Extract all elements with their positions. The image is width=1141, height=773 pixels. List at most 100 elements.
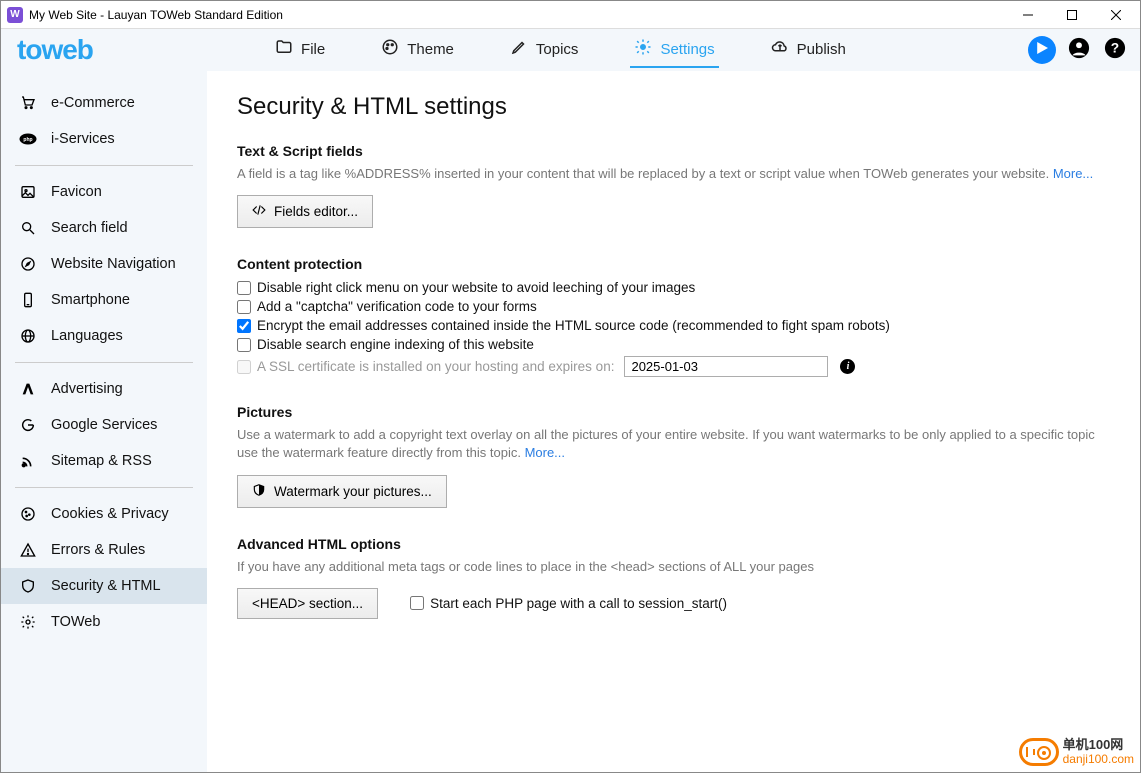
info-icon[interactable]: i — [840, 359, 855, 374]
sidebar-item-ecommerce[interactable]: e-Commerce — [1, 85, 207, 121]
nav-theme[interactable]: Theme — [377, 32, 458, 68]
section-desc-advanced: If you have any additional meta tags or … — [237, 558, 1110, 576]
google-icon — [19, 416, 37, 434]
advanced-row: <HEAD> section... Start each PHP page wi… — [237, 588, 1110, 619]
nav-topics-label: Topics — [536, 41, 579, 58]
section-title-text-script: Text & Script fields — [237, 143, 1110, 159]
checkbox-label: Encrypt the email addresses contained in… — [257, 318, 890, 333]
checkbox-label: Add a "captcha" verification code to you… — [257, 299, 537, 314]
cart-icon — [19, 94, 37, 112]
checkbox-input[interactable] — [237, 338, 251, 352]
fields-editor-button[interactable]: Fields editor... — [237, 195, 373, 228]
more-link-text-script[interactable]: More... — [1053, 166, 1093, 181]
palette-icon — [381, 38, 399, 60]
toolbar-right: ? — [1028, 36, 1128, 64]
account-button[interactable] — [1066, 37, 1092, 63]
ads-icon — [19, 380, 37, 398]
compass-icon — [19, 255, 37, 273]
sidebar-item-search[interactable]: Search field — [1, 210, 207, 246]
checkbox-input[interactable] — [410, 596, 424, 610]
checkbox-encrypt-email[interactable]: Encrypt the email addresses contained in… — [237, 316, 1110, 335]
sidebar-item-sitemap[interactable]: Sitemap & RSS — [1, 443, 207, 479]
shield-icon — [252, 483, 266, 500]
svg-text:?: ? — [1111, 40, 1119, 55]
watermark-line2: danji100.com — [1063, 753, 1134, 766]
sidebar-item-security[interactable]: Security & HTML — [1, 568, 207, 604]
nav-settings[interactable]: Settings — [630, 32, 718, 68]
window-title: My Web Site - Lauyan TOWeb Standard Edit… — [29, 8, 1006, 22]
checkbox-disable-indexing[interactable]: Disable search engine indexing of this w… — [237, 335, 1110, 354]
checkbox-label: Disable right click menu on your website… — [257, 280, 695, 295]
sidebar-item-label: Google Services — [51, 417, 157, 433]
main-area: e-Commerce php i-Services Favicon Search … — [1, 71, 1140, 772]
globe-icon — [19, 327, 37, 345]
sidebar-item-label: Website Navigation — [51, 256, 176, 272]
maximize-button[interactable] — [1050, 1, 1094, 29]
nav-file[interactable]: File — [271, 32, 329, 68]
nav-file-label: File — [301, 41, 325, 58]
sidebar-item-languages[interactable]: Languages — [1, 318, 207, 354]
nav-theme-label: Theme — [407, 41, 454, 58]
watermark-logo-icon — [1019, 738, 1059, 766]
nav-publish-label: Publish — [797, 41, 846, 58]
sidebar: e-Commerce php i-Services Favicon Search … — [1, 71, 207, 772]
logo: toweb — [13, 34, 93, 66]
warning-icon — [19, 541, 37, 559]
code-icon — [252, 203, 266, 220]
sidebar-item-toweb[interactable]: TOWeb — [1, 604, 207, 640]
checkbox-label: A SSL certificate is installed on your h… — [257, 359, 614, 374]
sidebar-item-label: TOWeb — [51, 614, 100, 630]
checkbox-ssl — [237, 360, 251, 374]
sidebar-separator — [15, 362, 193, 363]
sidebar-item-favicon[interactable]: Favicon — [1, 174, 207, 210]
window-controls — [1006, 1, 1138, 29]
button-label: <HEAD> section... — [252, 596, 363, 611]
sidebar-item-google[interactable]: Google Services — [1, 407, 207, 443]
watermark-text: 单机100网 danji100.com — [1063, 738, 1134, 765]
section-desc-text-script: A field is a tag like %ADDRESS% inserted… — [237, 165, 1110, 183]
sidebar-item-cookies[interactable]: Cookies & Privacy — [1, 496, 207, 532]
help-button[interactable]: ? — [1102, 37, 1128, 63]
close-button[interactable] — [1094, 1, 1138, 29]
php-icon: php — [19, 130, 37, 148]
button-label: Watermark your pictures... — [274, 484, 432, 499]
site-watermark: 单机100网 danji100.com — [1019, 738, 1134, 766]
preview-button[interactable] — [1028, 36, 1056, 64]
checkbox-input[interactable] — [237, 300, 251, 314]
sidebar-item-label: Security & HTML — [51, 578, 161, 594]
checkbox-input[interactable] — [237, 319, 251, 333]
section-desc-pictures: Use a watermark to add a copyright text … — [237, 426, 1110, 462]
main-nav: File Theme Topics Settings Publish — [93, 32, 1028, 68]
sidebar-item-errors[interactable]: Errors & Rules — [1, 532, 207, 568]
nav-publish[interactable]: Publish — [767, 32, 850, 68]
sidebar-item-advertising[interactable]: Advertising — [1, 371, 207, 407]
user-icon — [1068, 37, 1090, 64]
head-section-button[interactable]: <HEAD> section... — [237, 588, 378, 619]
checkbox-php-session[interactable]: Start each PHP page with a call to sessi… — [410, 594, 727, 613]
sidebar-separator — [15, 487, 193, 488]
sidebar-item-smartphone[interactable]: Smartphone — [1, 282, 207, 318]
gear-icon — [19, 613, 37, 631]
checkbox-disable-rightclick[interactable]: Disable right click menu on your website… — [237, 278, 1110, 297]
app-icon: W — [7, 7, 23, 23]
nav-topics[interactable]: Topics — [506, 32, 583, 68]
gear-icon — [634, 38, 652, 60]
image-icon — [19, 183, 37, 201]
page-title: Security & HTML settings — [237, 93, 1110, 121]
checkbox-label: Disable search engine indexing of this w… — [257, 337, 534, 352]
ssl-date-input[interactable] — [624, 356, 828, 377]
more-link-pictures[interactable]: More... — [525, 445, 565, 460]
section-title-protection: Content protection — [237, 256, 1110, 272]
sidebar-item-label: i-Services — [51, 131, 115, 147]
checkbox-captcha[interactable]: Add a "captcha" verification code to you… — [237, 297, 1110, 316]
rss-icon — [19, 452, 37, 470]
minimize-button[interactable] — [1006, 1, 1050, 29]
sidebar-item-navigation[interactable]: Website Navigation — [1, 246, 207, 282]
checkbox-input[interactable] — [237, 281, 251, 295]
watermark-button[interactable]: Watermark your pictures... — [237, 475, 447, 508]
help-icon: ? — [1104, 37, 1126, 64]
titlebar: W My Web Site - Lauyan TOWeb Standard Ed… — [1, 1, 1140, 29]
sidebar-item-label: Favicon — [51, 184, 102, 200]
sidebar-item-iservices[interactable]: php i-Services — [1, 121, 207, 157]
sidebar-item-label: Smartphone — [51, 292, 130, 308]
